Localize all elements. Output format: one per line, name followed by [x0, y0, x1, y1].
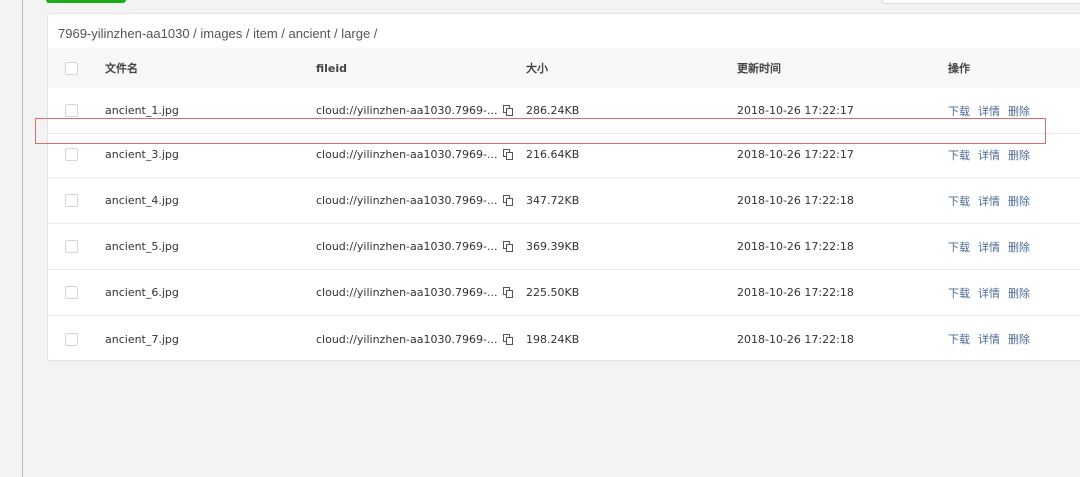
fileid-text: cloud://yilinzhen-aa1030.7969-... — [316, 104, 498, 117]
details-link[interactable]: 详情 — [978, 239, 1000, 255]
copy-icon[interactable] — [503, 241, 514, 252]
header-fileid: fileid — [316, 61, 348, 75]
fileid-text: cloud://yilinzhen-aa1030.7969-... — [316, 194, 498, 207]
row-checkbox[interactable] — [65, 286, 78, 299]
download-link[interactable]: 下载 — [948, 331, 970, 347]
filename-cell: ancient_4.jpg — [105, 194, 179, 207]
actions-cell: 下载 详情 删除 — [948, 270, 1038, 315]
fileid-text: cloud://yilinzhen-aa1030.7969-... — [316, 286, 498, 299]
actions-cell: 下载 详情 删除 — [948, 178, 1038, 223]
details-link[interactable]: 详情 — [978, 193, 1000, 209]
copy-icon[interactable] — [503, 149, 514, 160]
header-actions: 操作 — [948, 62, 970, 75]
updated-cell: 2018-10-26 17:22:18 — [737, 332, 854, 346]
fileid-text: cloud://yilinzhen-aa1030.7969-... — [316, 240, 498, 253]
header-filename: 文件名 — [105, 62, 138, 75]
table-row: ancient_4.jpg cloud://yilinzhen-aa1030.7… — [48, 178, 1080, 224]
upload-button[interactable] — [46, 0, 126, 3]
size-cell: 198.24KB — [526, 332, 580, 346]
row-checkbox[interactable] — [65, 332, 78, 346]
download-link[interactable]: 下载 — [948, 193, 970, 209]
table-row: ancient_5.jpg cloud://yilinzhen-aa1030.7… — [48, 224, 1080, 270]
filename-cell: ancient_6.jpg — [105, 286, 179, 299]
fileid-cell: cloud://yilinzhen-aa1030.7969-... — [316, 270, 514, 315]
fileid-cell: cloud://yilinzhen-aa1030.7969-... — [316, 316, 514, 362]
delete-link[interactable]: 删除 — [1008, 285, 1030, 301]
copy-icon[interactable] — [503, 105, 514, 116]
row-checkbox[interactable] — [65, 194, 78, 207]
delete-link[interactable]: 删除 — [1008, 331, 1030, 347]
copy-icon[interactable] — [503, 333, 514, 345]
download-link[interactable]: 下载 — [948, 239, 970, 255]
updated-cell: 2018-10-26 17:22:18 — [737, 286, 854, 299]
filename-cell: ancient_5.jpg — [105, 240, 179, 253]
actions-cell: 下载 详情 删除 — [948, 316, 1038, 362]
size-cell: 225.50KB — [526, 286, 580, 299]
table-row: ancient_6.jpg cloud://yilinzhen-aa1030.7… — [48, 270, 1080, 316]
row-checkbox[interactable] — [65, 148, 78, 161]
actions-cell: 下载 详情 删除 — [948, 224, 1038, 269]
size-cell: 369.39KB — [526, 240, 580, 253]
details-link[interactable]: 详情 — [978, 331, 1000, 347]
file-list-panel: 7969-yilinzhen-aa1030 / images / item / … — [47, 13, 1080, 361]
filename-cell: ancient_7.jpg — [105, 332, 179, 346]
download-link[interactable]: 下载 — [948, 103, 970, 119]
delete-link[interactable]: 删除 — [1008, 193, 1030, 209]
delete-link[interactable]: 删除 — [1008, 103, 1030, 119]
fileid-cell: cloud://yilinzhen-aa1030.7969-... — [316, 178, 514, 223]
details-link[interactable]: 详情 — [978, 103, 1000, 119]
fileid-text: cloud://yilinzhen-aa1030.7969-... — [316, 332, 498, 346]
download-link[interactable]: 下载 — [948, 147, 970, 163]
size-cell: 347.72KB — [526, 194, 580, 207]
breadcrumb: 7969-yilinzhen-aa1030 / images / item / … — [58, 26, 378, 41]
updated-cell: 2018-10-26 17:22:18 — [737, 194, 854, 207]
download-link[interactable]: 下载 — [948, 285, 970, 301]
row-checkbox[interactable] — [65, 104, 78, 117]
left-panel-border — [22, 0, 23, 477]
select-all-checkbox[interactable] — [65, 61, 78, 75]
search-input[interactable] — [882, 0, 1080, 4]
highlight-box — [35, 118, 1046, 144]
updated-cell: 2018-10-26 17:22:18 — [737, 240, 854, 253]
delete-link[interactable]: 删除 — [1008, 147, 1030, 163]
details-link[interactable]: 详情 — [978, 285, 1000, 301]
header-size: 大小 — [526, 62, 548, 75]
row-checkbox[interactable] — [65, 240, 78, 253]
delete-link[interactable]: 删除 — [1008, 239, 1030, 255]
details-link[interactable]: 详情 — [978, 147, 1000, 163]
select-all-checkbox-cell[interactable] — [65, 48, 78, 88]
table-header: 文件名 fileid 大小 更新时间 操作 — [48, 48, 1080, 88]
header-updated: 更新时间 — [737, 62, 781, 75]
copy-icon[interactable] — [503, 287, 514, 298]
copy-icon[interactable] — [503, 195, 514, 206]
fileid-text: cloud://yilinzhen-aa1030.7969-... — [316, 148, 498, 161]
fileid-cell: cloud://yilinzhen-aa1030.7969-... — [316, 224, 514, 269]
table-row: ancient_7.jpg cloud://yilinzhen-aa1030.7… — [48, 316, 1080, 362]
